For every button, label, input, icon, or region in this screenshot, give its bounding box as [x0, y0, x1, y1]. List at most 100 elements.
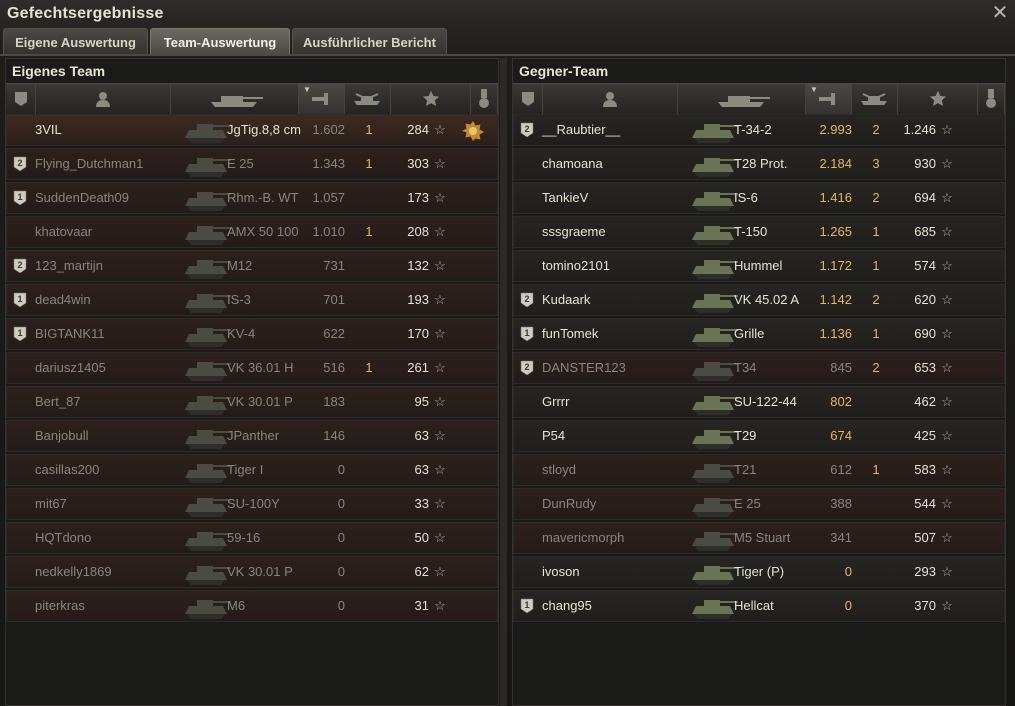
table-row[interactable]: nedkelly1869 VK 30.01 P 0 62 ☆ [6, 556, 498, 588]
medal-column-icon[interactable] [978, 84, 1005, 114]
table-row[interactable]: DunRudy E 25 388 544 ☆ [513, 488, 1005, 520]
damage-value: 33 [414, 496, 429, 511]
kills-value: 1 [365, 224, 373, 239]
tank-icon [690, 422, 740, 450]
own-team-title: Eigenes Team [12, 63, 106, 79]
table-row[interactable]: sssgraeme T-150 1.265 1 685 ☆ [513, 216, 1005, 248]
tab-team-auswertung[interactable]: Team-Auswertung [150, 28, 290, 54]
xp-value: 1.265 [819, 224, 852, 239]
table-row[interactable]: Bert_87 VK 30.01 P 183 95 ☆ [6, 386, 498, 418]
kills-value [866, 591, 886, 621]
table-row[interactable]: mavericmorph M5 Stuart 341 507 ☆ [513, 522, 1005, 554]
kills-value [866, 557, 886, 587]
table-row[interactable]: HQTdono 59-16 0 50 ☆ [6, 522, 498, 554]
star-icon: ☆ [434, 292, 446, 307]
xp-value: 674 [830, 428, 852, 443]
platoon-badge-icon: 2 [13, 258, 27, 274]
table-row[interactable]: 3VIL JgTig.8,8 cm 1.602 1 284 ☆ [6, 114, 498, 146]
player-name: chamoana [542, 156, 603, 171]
xp-value: 1.142 [819, 292, 852, 307]
table-row[interactable]: 2 123_martijn M12 731 132 ☆ [6, 250, 498, 282]
table-row[interactable]: piterkras M6 0 31 ☆ [6, 590, 498, 622]
table-row[interactable]: Grrrr SU-122-44 802 462 ☆ [513, 386, 1005, 418]
tank-column-icon[interactable] [171, 84, 299, 114]
tank-icon [690, 150, 740, 178]
damage-value: 694 [914, 190, 936, 205]
kills-value [359, 455, 379, 485]
star-icon: ☆ [434, 394, 446, 409]
table-row[interactable]: 1 SuddenDeath09 Rhm.-B. WT 1.057 173 ☆ [6, 182, 498, 214]
close-icon[interactable]: ✕ [990, 3, 1010, 23]
kills-value: 1 [365, 122, 373, 137]
star-icon: ☆ [434, 530, 446, 545]
tank-icon [183, 218, 233, 246]
player-name: P54 [542, 428, 566, 443]
table-row[interactable]: khatovaar AMX 50 100 1.010 1 208 ☆ [6, 216, 498, 248]
table-row[interactable]: dariusz1405 VK 36.01 H 516 1 261 ☆ [6, 352, 498, 384]
tank-icon [183, 286, 233, 314]
tank-name: VK 36.01 H [227, 360, 294, 375]
tank-icon [183, 150, 233, 178]
table-row[interactable]: 2 __Raubtier__ T-34-2 2.993 2 1.246 ☆ [513, 114, 1005, 146]
xp-column-icon[interactable]: ▼ [806, 84, 852, 114]
kills-column-icon[interactable] [345, 84, 391, 114]
table-row[interactable]: P54 T29 674 425 ☆ [513, 420, 1005, 452]
tank-name: VK 30.01 P [227, 564, 293, 579]
damage-value: 507 [914, 530, 936, 545]
kills-column-icon[interactable] [852, 84, 898, 114]
table-row[interactable]: ivoson Tiger (P) 0 293 ☆ [513, 556, 1005, 588]
tank-icon [183, 184, 233, 212]
xp-value: 0 [337, 462, 345, 477]
table-row[interactable]: stloyd T21 612 1 583 ☆ [513, 454, 1005, 486]
damage-value: 193 [407, 292, 429, 307]
tank-column-icon[interactable] [678, 84, 806, 114]
tab-eigene-auswertung[interactable]: Eigene Auswertung [3, 28, 148, 54]
tank-name: IS-3 [227, 292, 251, 307]
table-row[interactable]: 2 Flying_Dutchman1 E 25 1.343 1 303 ☆ [6, 148, 498, 180]
player-name: Banjobull [35, 428, 89, 443]
tank-name: M6 [227, 598, 246, 613]
player-column-icon[interactable] [36, 84, 171, 114]
kills-value [359, 557, 379, 587]
table-row[interactable]: mit67 SU-100Y 0 33 ☆ [6, 488, 498, 520]
damage-column-icon[interactable] [898, 84, 978, 114]
kills-value [866, 523, 886, 553]
kills-value: 1 [365, 156, 373, 171]
kills-value [359, 591, 379, 621]
platoon-column-icon[interactable] [513, 84, 543, 114]
table-row[interactable]: Banjobull JPanther 146 63 ☆ [6, 420, 498, 452]
table-row[interactable]: chamoana T28 Prot. 2.184 3 930 ☆ [513, 148, 1005, 180]
table-row[interactable]: casillas200 Tiger I 0 63 ☆ [6, 454, 498, 486]
kills-value [359, 523, 379, 553]
table-row[interactable]: 2 DANSTER123 T34 845 2 653 ☆ [513, 352, 1005, 384]
table-row[interactable]: TankieV IS-6 1.416 2 694 ☆ [513, 182, 1005, 214]
tab-ausfuehrlicher-bericht[interactable]: Ausführlicher Bericht [292, 28, 447, 54]
damage-value: 208 [407, 224, 429, 239]
table-row[interactable]: 1 chang95 Hellcat 0 370 ☆ [513, 590, 1005, 622]
damage-value: 31 [414, 598, 429, 613]
table-row[interactable]: 2 Kudaark VK 45.02 A 1.142 2 620 ☆ [513, 284, 1005, 316]
tank-icon [690, 286, 740, 314]
kills-value: 1 [872, 462, 880, 477]
platoon-badge-icon: 1 [520, 326, 534, 342]
kills-value: 2 [872, 360, 880, 375]
xp-column-icon[interactable]: ▼ [299, 84, 345, 114]
tank-icon [183, 354, 233, 382]
platoon-badge-icon: 1 [520, 598, 534, 614]
player-column-icon[interactable] [543, 84, 678, 114]
medal-column-icon[interactable] [471, 84, 498, 114]
medal-icon[interactable] [462, 120, 484, 142]
table-row[interactable]: 1 dead4win IS-3 701 193 ☆ [6, 284, 498, 316]
table-row[interactable]: 1 funTomek Grille 1.136 1 690 ☆ [513, 318, 1005, 350]
damage-column-icon[interactable] [391, 84, 471, 114]
damage-value: 95 [414, 394, 429, 409]
platoon-column-icon[interactable] [6, 84, 36, 114]
svg-text:1: 1 [524, 328, 529, 338]
xp-value: 388 [830, 496, 852, 511]
platoon-badge-icon: 2 [520, 360, 534, 376]
kills-value: 3 [872, 156, 880, 171]
table-row[interactable]: 1 BIGTANK11 KV-4 622 170 ☆ [6, 318, 498, 350]
table-row[interactable]: tomino2101 Hummel 1.172 1 574 ☆ [513, 250, 1005, 282]
tank-icon [690, 320, 740, 348]
tank-icon [690, 592, 740, 620]
